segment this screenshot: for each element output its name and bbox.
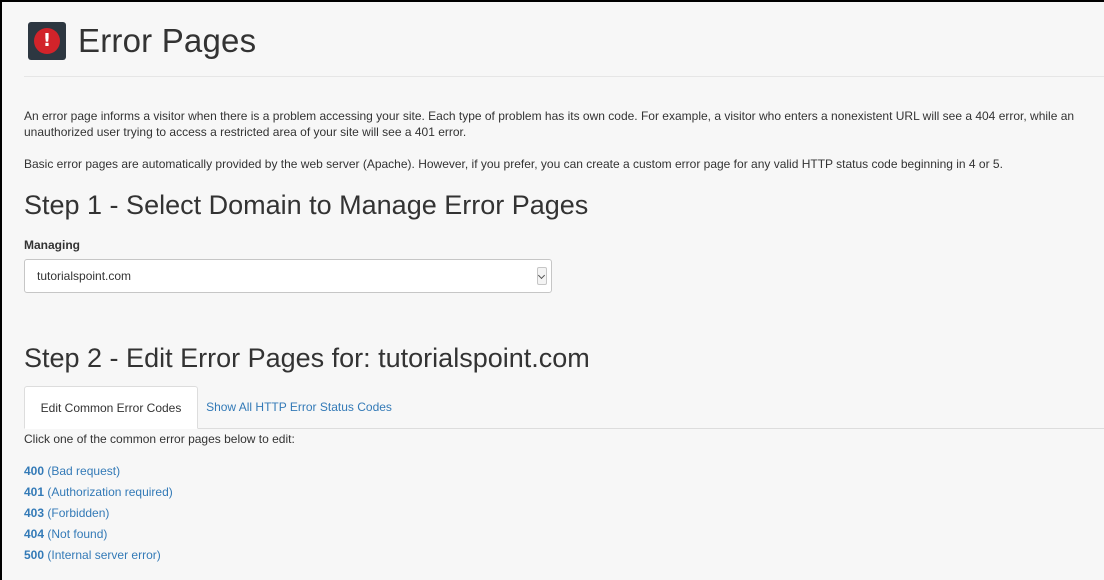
error-code-number: 500 (24, 548, 45, 562)
chevron-down-icon[interactable] (537, 267, 547, 285)
domain-select-value: tutorialspoint.com (37, 269, 132, 283)
edit-instruction: Click one of the common error pages belo… (24, 432, 295, 446)
error-code-number: 400 (24, 464, 45, 478)
error-code-link-401[interactable]: 401 (Authorization required) (24, 482, 173, 503)
error-code-number: 404 (24, 527, 45, 541)
error-code-link-400[interactable]: 400 (Bad request) (24, 461, 173, 482)
tab-edit-common-error-codes[interactable]: Edit Common Error Codes (24, 386, 198, 429)
managing-label: Managing (24, 238, 80, 252)
error-code-list: 400 (Bad request) 401 (Authorization req… (24, 461, 173, 566)
error-code-link-500[interactable]: 500 (Internal server error) (24, 545, 173, 566)
error-code-tabs: Edit Common Error Codes Show All HTTP Er… (24, 386, 1104, 429)
tab-show-all-http-error-status-codes[interactable]: Show All HTTP Error Status Codes (198, 386, 400, 428)
page-frame: ! Error Pages An error page informs a vi… (0, 0, 1104, 580)
error-pages-app-icon: ! (28, 22, 66, 60)
error-code-description: (Internal server error) (47, 548, 161, 562)
intro-paragraph-1: An error page informs a visitor when the… (24, 109, 1075, 139)
error-code-number: 401 (24, 485, 45, 499)
page-title: Error Pages (78, 22, 257, 59)
error-code-description: (Bad request) (47, 464, 121, 478)
error-code-description: (Authorization required) (47, 485, 173, 499)
error-code-description: (Not found) (47, 527, 108, 541)
error-code-link-403[interactable]: 403 (Forbidden) (24, 503, 173, 524)
error-exclamation-icon: ! (34, 28, 60, 54)
step1-heading: Step 1 - Select Domain to Manage Error P… (24, 190, 589, 220)
error-code-link-404[interactable]: 404 (Not found) (24, 524, 173, 545)
error-code-description: (Forbidden) (47, 506, 110, 520)
intro-paragraph-2: Basic error pages are automatically prov… (24, 157, 1003, 171)
domain-select[interactable]: tutorialspoint.com (24, 259, 552, 293)
main-content: ! Error Pages An error page informs a vi… (24, 6, 1104, 562)
step2-heading: Step 2 - Edit Error Pages for: tutorials… (24, 343, 590, 373)
page-header: ! Error Pages (24, 6, 1104, 77)
error-code-number: 403 (24, 506, 45, 520)
